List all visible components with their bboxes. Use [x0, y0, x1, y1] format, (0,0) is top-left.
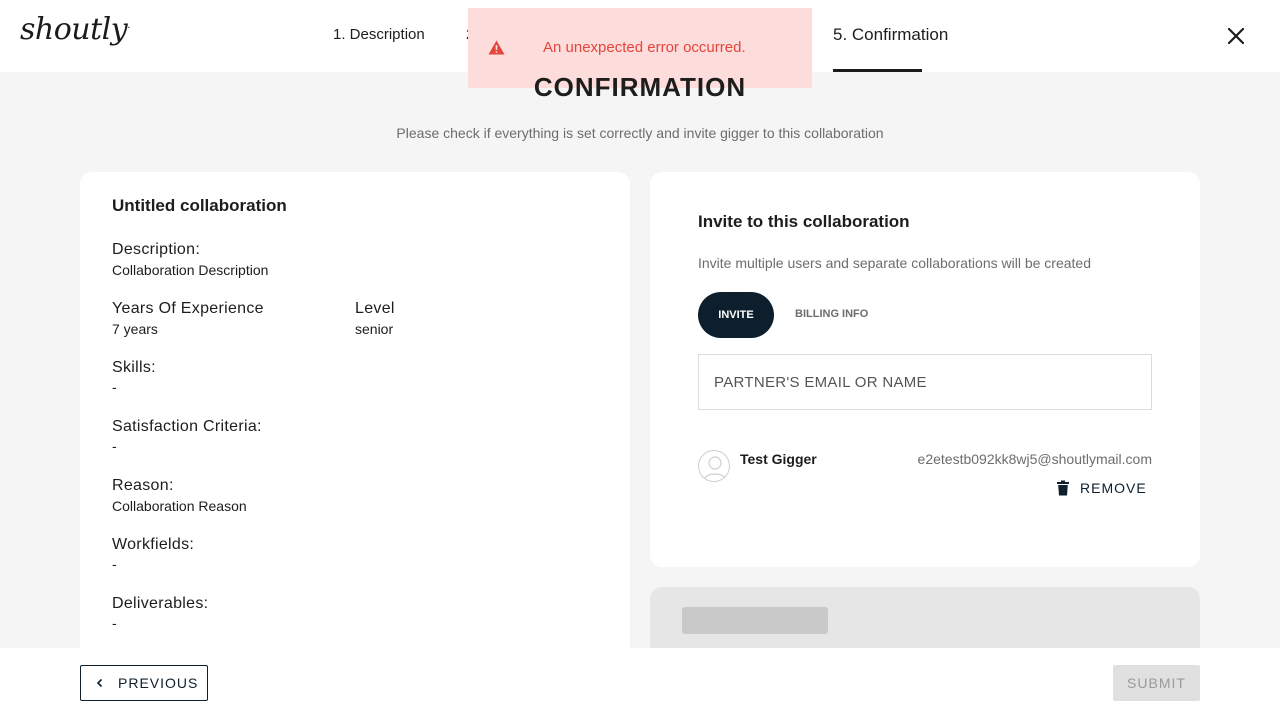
- loading-skeleton: [682, 607, 828, 634]
- close-icon: [1227, 27, 1245, 45]
- step-confirmation[interactable]: 5. Confirmation: [833, 25, 948, 45]
- experience-label: Years Of Experience: [112, 300, 264, 317]
- skills-label: Skills:: [112, 359, 156, 376]
- user-avatar-icon: [703, 456, 727, 481]
- workfields-value: -: [112, 556, 117, 572]
- workfields-label: Workfields:: [112, 536, 195, 553]
- close-button[interactable]: [1224, 24, 1248, 48]
- invitee-email: e2etestb092kk8wj5@shoutlymail.com: [917, 451, 1152, 467]
- chevron-left-icon: [96, 678, 103, 688]
- error-message: An unexpected error occurred.: [543, 39, 746, 56]
- tab-billing-info[interactable]: BILLING INFO: [795, 308, 868, 320]
- page-title: CONFIRMATION: [533, 72, 747, 100]
- submit-button[interactable]: SUBMIT: [1113, 665, 1200, 701]
- description-label: Description:: [112, 241, 201, 258]
- warning-icon: [488, 40, 505, 55]
- invitee-name: Test Gigger: [740, 451, 817, 467]
- page-subtitle: Please check if everything is set correc…: [396, 125, 884, 141]
- collaboration-summary-card: Untitled collaboration Description: Coll…: [80, 172, 630, 672]
- satisfaction-criteria-value: -: [112, 438, 117, 454]
- skills-value: -: [112, 379, 117, 395]
- deliverables-label: Deliverables:: [112, 595, 209, 612]
- invite-subtitle: Invite multiple users and separate colla…: [698, 255, 1091, 271]
- description-value: Collaboration Description: [112, 262, 269, 278]
- collaboration-title: Untitled collaboration: [112, 196, 287, 215]
- trash-icon: [1057, 480, 1069, 496]
- step-description[interactable]: 1. Description: [333, 26, 425, 43]
- tab-invite[interactable]: INVITE: [698, 292, 774, 338]
- partner-email-input[interactable]: [698, 354, 1152, 410]
- deliverables-value: -: [112, 615, 117, 631]
- remove-invitee-button[interactable]: REMOVE: [1056, 477, 1147, 499]
- avatar: [698, 450, 730, 482]
- satisfaction-criteria-label: Satisfaction Criteria:: [112, 418, 262, 435]
- remove-label: REMOVE: [1080, 480, 1147, 496]
- reason-label: Reason:: [112, 477, 174, 494]
- shoutly-logo[interactable]: shoutly.: [20, 12, 130, 47]
- level-value: senior: [355, 321, 394, 337]
- invite-card: Invite to this collaboration Invite mult…: [650, 172, 1200, 567]
- level-label: Level: [355, 300, 395, 317]
- experience-value: 7 years: [112, 321, 158, 337]
- previous-button[interactable]: PREVIOUS: [80, 665, 208, 701]
- reason-value: Collaboration Reason: [112, 498, 247, 514]
- invite-title: Invite to this collaboration: [698, 212, 910, 231]
- footer: PREVIOUS SUBMIT: [0, 648, 1280, 720]
- previous-label: PREVIOUS: [118, 675, 199, 691]
